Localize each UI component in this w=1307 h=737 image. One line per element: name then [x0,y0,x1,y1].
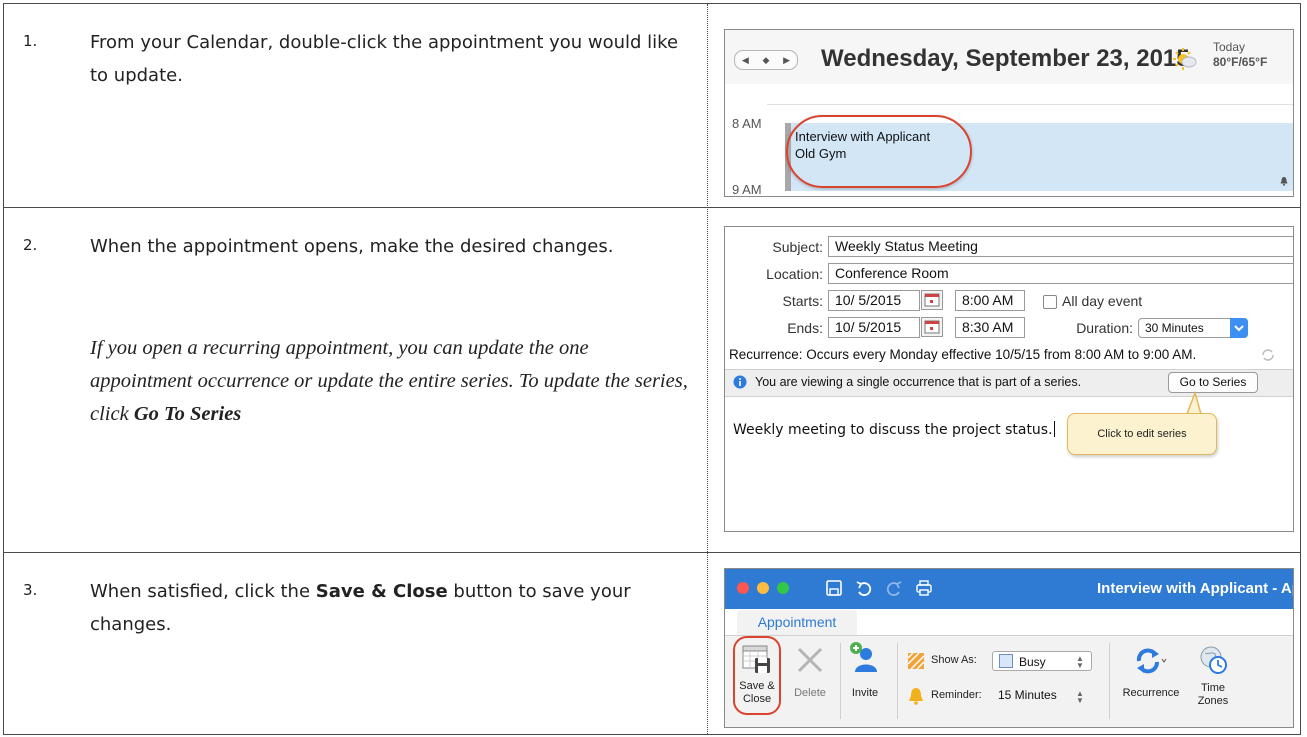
ends-time-field[interactable]: 8:30 AM [955,317,1025,338]
reminder-stepper-icon[interactable]: ▲ ▼ [1076,690,1084,705]
step-row-3: 3. When satisfied, click the Save & Clos… [4,553,1300,735]
ends-label: Ends: [787,320,823,336]
date-nav-buttons[interactable]: ◀ ◆ ▶ [734,50,798,70]
ends-date-field[interactable]: 10/ 5/2015 [828,317,920,338]
reminder-value: 15 Minutes [998,688,1057,702]
starts-date-field[interactable]: 10/ 5/2015 [828,290,920,311]
reminder-label: Reminder: [931,689,982,701]
today-dot-icon[interactable]: ◆ [763,55,770,66]
ribbon-screenshot: Interview with Applicant - Appo Appointm… [724,568,1294,728]
all-day-strip [767,86,1293,105]
duration-dropdown[interactable]: 30 Minutes [1138,318,1248,338]
occurrence-info-text: You are viewing a single occurrence that… [755,375,1082,389]
ribbon-separator [1109,643,1110,719]
location-label: Location: [766,266,823,282]
calendar-picker-icon[interactable] [921,290,943,310]
duration-label: Duration: [1076,320,1133,336]
zoom-window-button[interactable] [777,582,789,594]
go-to-series-button[interactable]: Go to Series [1168,372,1258,393]
show-as-value: Busy [1019,655,1046,669]
hour-label-8am: 8 AM [732,116,762,131]
recurrence-text: Recurrence: Occurs every Monday effectiv… [729,347,1197,362]
show-as-icon[interactable] [907,652,925,670]
time-zones-label-line1[interactable]: Time [1193,682,1233,694]
tab-appointment[interactable]: Appointment [737,610,857,635]
starts-time-field[interactable]: 8:00 AM [955,290,1025,311]
delete-icon[interactable] [795,645,825,675]
show-as-label: Show As: [931,654,977,666]
recurrence-label[interactable]: Recurrence [1121,687,1181,699]
subject-field[interactable]: Weekly Status Meeting [828,236,1293,257]
time-zones-icon[interactable] [1198,645,1228,675]
step-number: 3. [23,581,38,599]
step-instruction: When satisfied, click the Save & Close b… [90,581,631,635]
step-instruction: From your Calendar, double-click the app… [90,32,679,86]
calendar-date-title: Wednesday, September 23, 2015 [821,45,1190,72]
ribbon-separator [897,643,898,719]
all-day-checkbox[interactable] [1043,295,1057,309]
highlight-circle [733,636,781,715]
step-row-2: 2. When the appointment opens, make the … [4,208,1300,553]
undo-icon[interactable] [855,579,873,597]
refresh-icon[interactable] [1260,348,1276,362]
window-title: Interview with Applicant - Appo [1097,580,1293,597]
show-as-stepper-icon[interactable]: ▲ ▼ [1076,655,1084,670]
step-instruction: When the appointment opens, make the des… [90,236,614,257]
all-day-label: All day event [1062,293,1143,309]
weather-temperature: 80°F/65°F [1213,55,1268,69]
save-icon[interactable] [825,579,843,597]
invite-icon[interactable] [847,640,881,674]
busy-swatch [999,654,1013,668]
invite-label[interactable]: Invite [848,687,882,699]
edit-series-callout: Click to edit series [1067,413,1217,455]
minimize-window-button[interactable] [757,582,769,594]
duration-value: 30 Minutes [1145,321,1204,335]
appointment-form-screenshot: Subject: Weekly Status Meeting Location:… [724,226,1294,532]
step-note: If you open a recurring appointment, you… [90,332,690,431]
step-number: 1. [23,32,38,50]
reminder-bell-icon[interactable] [907,687,925,705]
step-note-bold: Go To Series [133,403,242,425]
calendar-screenshot: ◀ ◆ ▶ Wednesday, September 23, 2015 Toda… [724,29,1294,197]
info-icon [733,375,747,389]
close-window-button[interactable] [737,582,749,594]
bell-icon [1280,177,1288,186]
highlight-circle [786,115,972,188]
location-field[interactable]: Conference Room [828,263,1293,284]
calendar-picker-icon[interactable] [921,317,943,337]
instructions-table: 1. From your Calendar, double-click the … [3,3,1301,735]
step-row-1: 1. From your Calendar, double-click the … [4,4,1300,208]
step-number: 2. [23,236,38,254]
chevron-down-icon[interactable] [1230,318,1248,338]
ribbon-separator [840,643,841,719]
weather-today-label: Today [1213,40,1246,54]
print-icon[interactable] [915,579,933,597]
step-bold-save-close: Save & Close [315,581,448,602]
delete-label[interactable]: Delete [790,687,830,699]
prev-day-icon[interactable]: ◀ [742,55,749,66]
hour-label-9am: 9 AM [732,182,762,197]
sun-icon [1173,48,1197,70]
redo-icon[interactable] [885,579,903,597]
appointment-body-text[interactable]: Weekly meeting to discuss the project st… [733,421,1055,438]
next-day-icon[interactable]: ▶ [783,55,790,66]
recurrence-icon[interactable] [1133,647,1167,675]
time-zones-label-line2[interactable]: Zones [1193,695,1233,707]
subject-label: Subject: [772,239,823,255]
starts-label: Starts: [782,293,823,309]
